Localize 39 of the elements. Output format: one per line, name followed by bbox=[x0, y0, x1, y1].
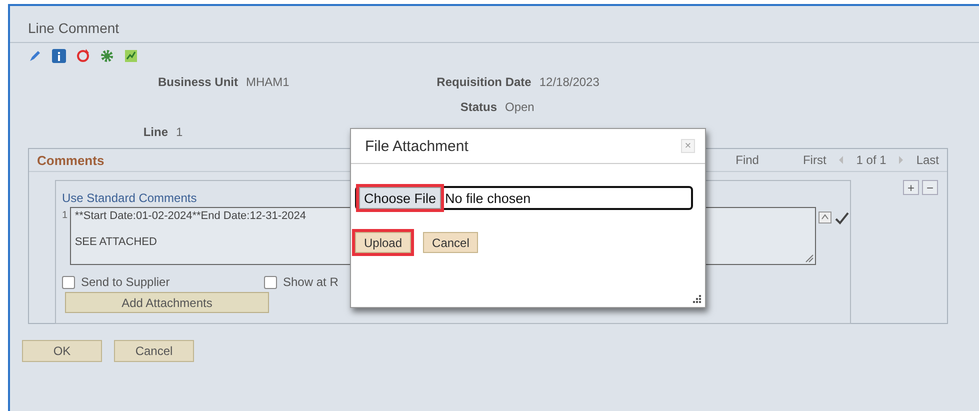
ok-button[interactable]: OK bbox=[22, 340, 102, 362]
refresh-icon[interactable] bbox=[76, 49, 90, 63]
field-label: Requisition Date bbox=[436, 74, 532, 88]
cancel-button[interactable]: Cancel bbox=[114, 340, 194, 362]
dialog-title: File Attachment bbox=[365, 138, 468, 154]
standard-comments-link[interactable]: Use Standard Comments bbox=[62, 191, 197, 205]
checkbox[interactable] bbox=[62, 276, 75, 288]
delete-row-button[interactable]: − bbox=[922, 180, 938, 195]
checkbox-label: Send to Supplier bbox=[81, 275, 170, 289]
upload-button[interactable]: Upload bbox=[355, 232, 412, 253]
checkbox-label: Show at R bbox=[283, 275, 338, 289]
window-title: Line Comment bbox=[28, 19, 120, 38]
row-number: 1 bbox=[62, 209, 68, 221]
page-count: 1 of 1 bbox=[856, 153, 886, 167]
field-value: 1 bbox=[176, 124, 183, 138]
resize-grip-icon[interactable] bbox=[804, 253, 814, 263]
choose-file-button[interactable]: Choose File bbox=[359, 187, 442, 209]
chart-icon[interactable] bbox=[124, 49, 138, 63]
field-value: MHAM1 bbox=[246, 74, 290, 88]
field-value: 12/18/2023 bbox=[539, 74, 600, 88]
cancel-button[interactable]: Cancel bbox=[423, 232, 478, 253]
field-label: Business Unit bbox=[156, 74, 238, 88]
last-link[interactable]: Last bbox=[916, 153, 939, 167]
field-label: Line bbox=[142, 124, 168, 138]
check-icon[interactable] bbox=[834, 211, 850, 225]
gear-icon[interactable] bbox=[100, 49, 114, 63]
add-attachments-button[interactable]: Add Attachments bbox=[65, 292, 269, 313]
resize-grip-icon[interactable] bbox=[692, 294, 702, 304]
field-label: Status bbox=[459, 100, 497, 114]
file-status: No file chosen bbox=[445, 190, 531, 206]
pencil-icon[interactable] bbox=[28, 49, 42, 63]
find-link[interactable]: Find bbox=[736, 153, 759, 167]
first-link[interactable]: First bbox=[802, 153, 826, 167]
add-row-button[interactable]: + bbox=[903, 180, 919, 195]
panel-title: Comments bbox=[37, 152, 104, 168]
field-value: Open bbox=[505, 100, 534, 114]
info-icon[interactable] bbox=[52, 49, 66, 63]
file-input[interactable]: Choose File No file chosen bbox=[355, 186, 693, 210]
checkbox[interactable] bbox=[264, 276, 277, 288]
